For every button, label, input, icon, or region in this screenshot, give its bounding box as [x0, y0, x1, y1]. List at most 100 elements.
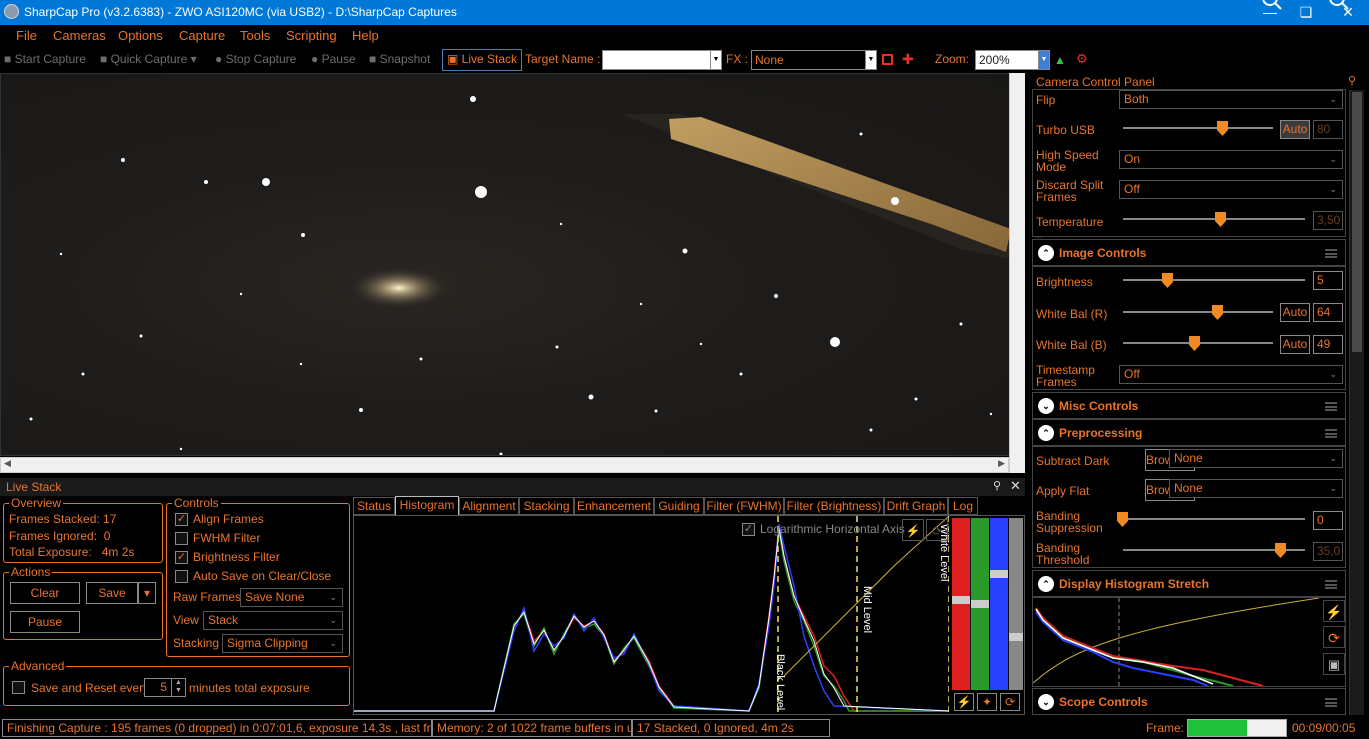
align-frames-checkbox[interactable]: ✓: [175, 513, 188, 526]
temperature-slider[interactable]: [1123, 218, 1305, 220]
view-select[interactable]: Stack ⌄: [203, 611, 343, 630]
collapse-icon[interactable]: ⌃: [1038, 425, 1054, 441]
banding-suppression-thumb[interactable]: [1117, 512, 1128, 527]
wb-blue-value[interactable]: 49: [1313, 335, 1343, 354]
scroll-right-icon[interactable]: ▶: [998, 458, 1005, 469]
maximize-button[interactable]: ❏: [1285, 0, 1327, 25]
crosshair-icon[interactable]: ✚: [902, 51, 914, 68]
wb-blue-thumb[interactable]: [1189, 336, 1200, 351]
luminance-level-thumb[interactable]: [1009, 633, 1023, 641]
auto-level-icon[interactable]: ⚡: [954, 693, 974, 711]
scrollbar-thumb[interactable]: [1352, 92, 1362, 352]
image-vertical-scrollbar[interactable]: [1009, 73, 1025, 473]
gear-icon[interactable]: ⚙: [1076, 51, 1088, 67]
menu-help[interactable]: Help: [352, 28, 379, 43]
menu-cameras[interactable]: Cameras: [53, 28, 106, 43]
blue-level-slider[interactable]: [990, 518, 1008, 690]
wb-red-value[interactable]: 64: [1313, 303, 1343, 322]
close-icon[interactable]: ✕: [1010, 478, 1021, 494]
raw-frames-select[interactable]: Save None ⌄: [240, 588, 343, 607]
red-level-thumb[interactable]: [952, 596, 970, 604]
pin-icon[interactable]: ⚲: [993, 479, 1001, 492]
auto-save-checkbox[interactable]: [175, 570, 188, 583]
image-controls-header[interactable]: ⌃ Image Controls: [1032, 239, 1346, 266]
blue-level-thumb[interactable]: [990, 570, 1008, 578]
menu-icon[interactable]: [1325, 249, 1337, 258]
tab-log[interactable]: Log: [948, 497, 978, 515]
clear-button[interactable]: Clear: [10, 582, 80, 604]
apply-flat-select[interactable]: None ⌄: [1169, 479, 1343, 498]
wb-red-slider[interactable]: [1123, 311, 1273, 313]
menu-options[interactable]: Options: [118, 28, 163, 43]
reticle-icon[interactable]: [882, 54, 893, 65]
misc-controls-header[interactable]: ⌄ Misc Controls: [1032, 392, 1346, 419]
zoom-select[interactable]: 200% ▼: [975, 50, 1050, 70]
turbo-usb-thumb[interactable]: [1217, 121, 1228, 136]
log-axis-checkbox[interactable]: ✓: [742, 523, 755, 536]
flip-select[interactable]: Both ⌄: [1119, 90, 1343, 109]
high-speed-select[interactable]: On ⌄: [1119, 150, 1343, 169]
auto-stretch-icon[interactable]: ⚡: [902, 519, 924, 541]
green-level-thumb[interactable]: [971, 600, 989, 608]
tab-status[interactable]: Status: [353, 497, 395, 515]
save-dropdown-icon[interactable]: ▾: [138, 582, 156, 604]
luminance-level-slider[interactable]: [1009, 518, 1023, 690]
turbo-usb-auto-button[interactable]: Auto: [1280, 120, 1310, 139]
turbo-usb-slider[interactable]: [1123, 127, 1273, 129]
temperature-thumb[interactable]: [1215, 212, 1226, 227]
histogram-stretch-header[interactable]: ⌃ Display Histogram Stretch: [1032, 570, 1346, 597]
reset-icon[interactable]: ⟳: [926, 519, 948, 541]
image-horizontal-scrollbar[interactable]: ◀ ▶: [0, 457, 1009, 473]
pause-stack-button[interactable]: Pause: [10, 611, 80, 633]
menu-icon[interactable]: [1325, 698, 1337, 707]
menu-tools[interactable]: Tools: [240, 28, 270, 43]
search-icon[interactable]: [1256, 0, 1286, 14]
snapshot-button[interactable]: ■ Snapshot: [369, 52, 430, 66]
wb-blue-auto-button[interactable]: Auto: [1280, 335, 1310, 354]
tab-guiding[interactable]: Guiding: [654, 497, 704, 515]
green-level-slider[interactable]: [971, 518, 989, 690]
turbo-usb-value[interactable]: 80: [1313, 120, 1343, 139]
tab-filter-fwhm[interactable]: Filter (FWHM): [704, 497, 784, 515]
banding-suppression-slider[interactable]: [1123, 518, 1305, 520]
red-level-slider[interactable]: [952, 518, 970, 690]
tab-alignment[interactable]: Alignment: [459, 497, 519, 515]
menu-icon[interactable]: [1325, 429, 1337, 438]
chevron-down-icon[interactable]: ▼: [865, 51, 876, 69]
fwhm-filter-checkbox[interactable]: [175, 532, 188, 545]
chevron-down-icon[interactable]: ▼: [1038, 51, 1049, 69]
banding-suppression-value[interactable]: 0: [1313, 511, 1343, 530]
tab-stacking[interactable]: Stacking: [519, 497, 574, 515]
expand-icon[interactable]: ⌄: [1038, 694, 1054, 710]
collapse-icon[interactable]: ⌃: [1038, 245, 1054, 261]
histogram-icon[interactable]: ▲: [1054, 53, 1066, 67]
mini-histogram[interactable]: [1033, 598, 1319, 686]
pause-button[interactable]: ● Pause: [311, 52, 356, 66]
tab-filter-brightness[interactable]: Filter (Brightness): [784, 497, 884, 515]
scope-controls-header[interactable]: ⌄ Scope Controls: [1032, 688, 1346, 715]
wb-red-thumb[interactable]: [1212, 305, 1223, 320]
save-reset-checkbox[interactable]: [12, 681, 25, 694]
stop-capture-button[interactable]: ● Stop Capture: [215, 52, 296, 66]
scroll-left-icon[interactable]: ◀: [4, 458, 11, 469]
menu-icon[interactable]: [1325, 402, 1337, 411]
tab-histogram[interactable]: Histogram: [395, 496, 459, 516]
chevron-down-icon[interactable]: ▼: [710, 51, 721, 69]
fx-select[interactable]: None ▼: [751, 50, 877, 70]
image-viewer[interactable]: [0, 73, 1025, 456]
banding-threshold-thumb[interactable]: [1275, 543, 1286, 558]
preprocessing-header[interactable]: ⌃ Preprocessing: [1032, 419, 1346, 446]
brightness-slider[interactable]: [1123, 279, 1305, 281]
save-icon[interactable]: ▣: [1323, 653, 1345, 675]
stepper-arrows-icon[interactable]: ▲ ▼: [171, 679, 185, 696]
collapse-icon[interactable]: ⌃: [1038, 576, 1054, 592]
brightness-thumb[interactable]: [1162, 273, 1173, 288]
target-name-input[interactable]: ▼: [602, 50, 722, 70]
reset-icon[interactable]: ⟳: [1323, 626, 1345, 648]
live-stack-button[interactable]: ▣ Live Stack: [442, 49, 523, 71]
close-button[interactable]: ✕: [1327, 0, 1369, 25]
start-capture-button[interactable]: ■ Start Capture: [4, 52, 86, 66]
star-level-icon[interactable]: ✦: [977, 693, 997, 711]
quick-capture-button[interactable]: ■ Quick Capture ▾: [100, 52, 197, 66]
brightness-value[interactable]: 5: [1313, 271, 1343, 290]
